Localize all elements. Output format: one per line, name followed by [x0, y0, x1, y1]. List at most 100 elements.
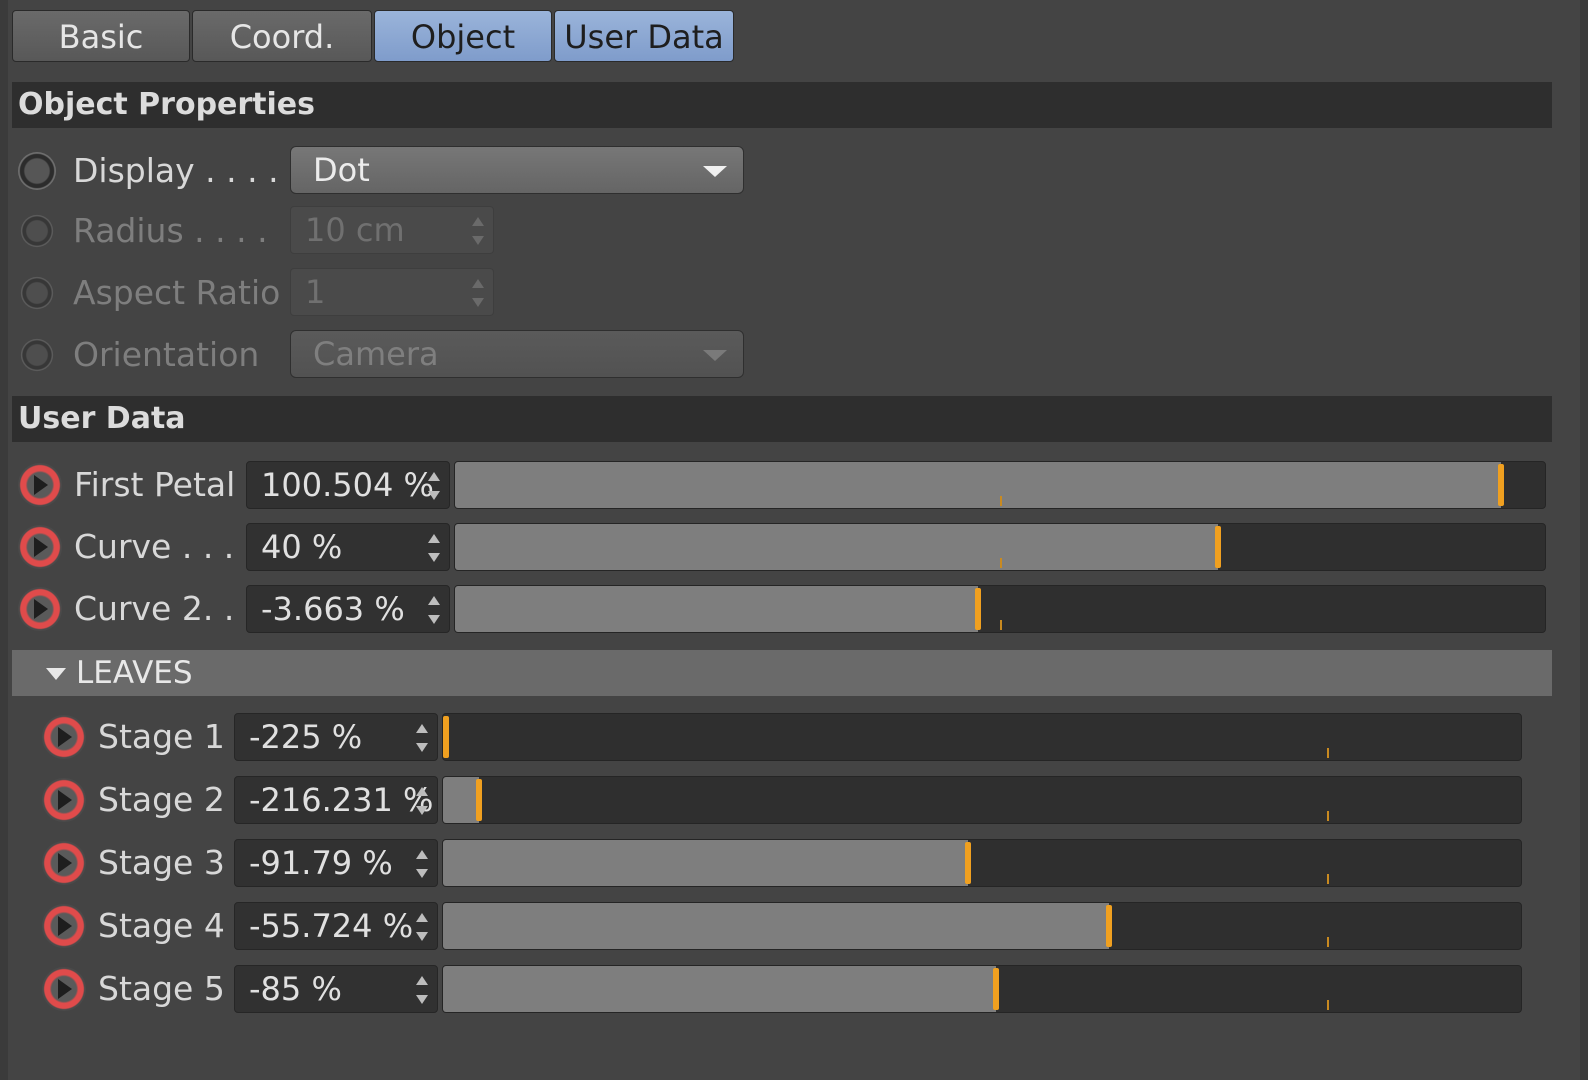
animate-led-icon [20, 214, 54, 248]
tab-coord[interactable]: Coord. [192, 10, 372, 62]
stepper-arrows-icon[interactable] [427, 472, 441, 500]
leaves-stage-row: Stage 3 -91.79 % [42, 838, 1522, 888]
slider-handle[interactable] [443, 716, 449, 758]
param-value: 40 % [261, 528, 343, 566]
slider-handle[interactable] [975, 588, 981, 630]
param-value: -85 % [249, 970, 342, 1008]
display-label: Display . . . . [73, 151, 279, 190]
keyframe-record-icon[interactable] [18, 587, 62, 631]
display-value: Dot [313, 151, 370, 189]
radius-field: 10 cm [290, 206, 494, 254]
slider-default-tick [1000, 620, 1002, 630]
display-dropdown[interactable]: Dot [290, 146, 744, 194]
tab-object[interactable]: Object [374, 10, 552, 62]
stepper-arrows-icon [471, 279, 485, 307]
param-value: -91.79 % [249, 844, 393, 882]
aspect-ratio-label: Aspect Ratio [73, 273, 281, 312]
param-value: -3.663 % [261, 590, 405, 628]
param-label: Stage 4 [98, 906, 225, 945]
slider-handle[interactable] [993, 968, 999, 1010]
param-label: Stage 2 [98, 780, 225, 819]
slider-fill [443, 966, 996, 1012]
tab-basic[interactable]: Basic [12, 10, 190, 62]
aspect-ratio-value: 1 [305, 273, 326, 311]
keyframe-record-icon[interactable] [18, 525, 62, 569]
param-value-field[interactable]: -85 % [234, 965, 438, 1013]
slider-default-tick [1327, 748, 1329, 758]
param-slider[interactable] [442, 965, 1522, 1013]
display-row: Display . . . . Dot [18, 146, 778, 196]
leaves-stage-row: Stage 5 -85 % [42, 964, 1522, 1014]
stepper-arrows-icon[interactable] [427, 596, 441, 624]
user-data-row: First Petal 100.504 % [18, 460, 1546, 510]
param-slider[interactable] [454, 585, 1546, 633]
param-slider[interactable] [442, 839, 1522, 887]
slider-default-tick [1327, 811, 1329, 821]
stepper-arrows-icon[interactable] [415, 850, 429, 878]
slider-fill [455, 524, 1218, 570]
slider-fill [443, 840, 968, 886]
user-data-row: Curve . . . 40 % [18, 522, 1546, 572]
animate-led-icon [20, 338, 54, 372]
stepper-arrows-icon[interactable] [427, 534, 441, 562]
triangle-down-icon [46, 668, 66, 680]
slider-fill [455, 462, 1501, 508]
stepper-arrows-icon[interactable] [415, 787, 429, 815]
section-object-properties: Object Properties [12, 82, 1552, 128]
keyframe-record-icon[interactable] [42, 841, 86, 885]
stepper-arrows-icon[interactable] [415, 913, 429, 941]
slider-handle[interactable] [1498, 464, 1504, 506]
user-data-row: Curve 2. . -3.663 % [18, 584, 1546, 634]
keyframe-record-icon[interactable] [42, 904, 86, 948]
keyframe-record-icon[interactable] [42, 967, 86, 1011]
param-label: Curve 2. . [74, 589, 235, 628]
slider-handle[interactable] [1215, 526, 1221, 568]
param-value: -216.231 % [249, 781, 434, 819]
keyframe-record-icon[interactable] [18, 463, 62, 507]
slider-default-tick [1000, 496, 1002, 506]
radius-value: 10 cm [305, 211, 405, 249]
param-slider[interactable] [454, 523, 1546, 571]
param-value-field[interactable]: 40 % [246, 523, 450, 571]
orientation-row: Orientation Camera [18, 330, 778, 380]
keyframe-record-icon[interactable] [42, 778, 86, 822]
param-value: -225 % [249, 718, 363, 756]
slider-handle[interactable] [965, 842, 971, 884]
param-label: Stage 5 [98, 969, 225, 1008]
slider-handle[interactable] [476, 779, 482, 821]
param-value-field[interactable]: -91.79 % [234, 839, 438, 887]
param-value-field[interactable]: -225 % [234, 713, 438, 761]
param-value-field[interactable]: -3.663 % [246, 585, 450, 633]
param-label: Curve . . . [74, 527, 235, 566]
slider-fill [443, 903, 1109, 949]
aspect-ratio-row: Aspect Ratio 1 [18, 268, 778, 318]
stepper-arrows-icon[interactable] [415, 976, 429, 1004]
param-value-field[interactable]: -55.724 % [234, 902, 438, 950]
slider-default-tick [1327, 874, 1329, 884]
aspect-ratio-field: 1 [290, 268, 494, 316]
param-value-field[interactable]: 100.504 % [246, 461, 450, 509]
slider-fill [455, 586, 978, 632]
param-slider[interactable] [442, 713, 1522, 761]
slider-handle[interactable] [1106, 905, 1112, 947]
stepper-arrows-icon[interactable] [415, 724, 429, 752]
leaves-stage-row: Stage 2 -216.231 % [42, 775, 1522, 825]
leaves-stage-row: Stage 4 -55.724 % [42, 901, 1522, 951]
chevron-down-icon [703, 166, 727, 177]
param-slider[interactable] [442, 776, 1522, 824]
param-label: Stage 3 [98, 843, 225, 882]
param-value: -55.724 % [249, 907, 414, 945]
param-slider[interactable] [454, 461, 1546, 509]
orientation-value: Camera [313, 335, 439, 373]
leaves-group-header[interactable]: LEAVES [12, 650, 1552, 696]
animate-led-icon [20, 276, 54, 310]
param-value-field[interactable]: -216.231 % [234, 776, 438, 824]
leaves-stage-row: Stage 1 -225 % [42, 712, 1522, 762]
param-slider[interactable] [442, 902, 1522, 950]
tab-bar: Basic Coord. Object User Data [12, 10, 736, 64]
animate-led-icon[interactable] [18, 152, 56, 190]
keyframe-record-icon[interactable] [42, 715, 86, 759]
slider-default-tick [1000, 558, 1002, 568]
tab-user-data[interactable]: User Data [554, 10, 734, 62]
orientation-dropdown: Camera [290, 330, 744, 378]
